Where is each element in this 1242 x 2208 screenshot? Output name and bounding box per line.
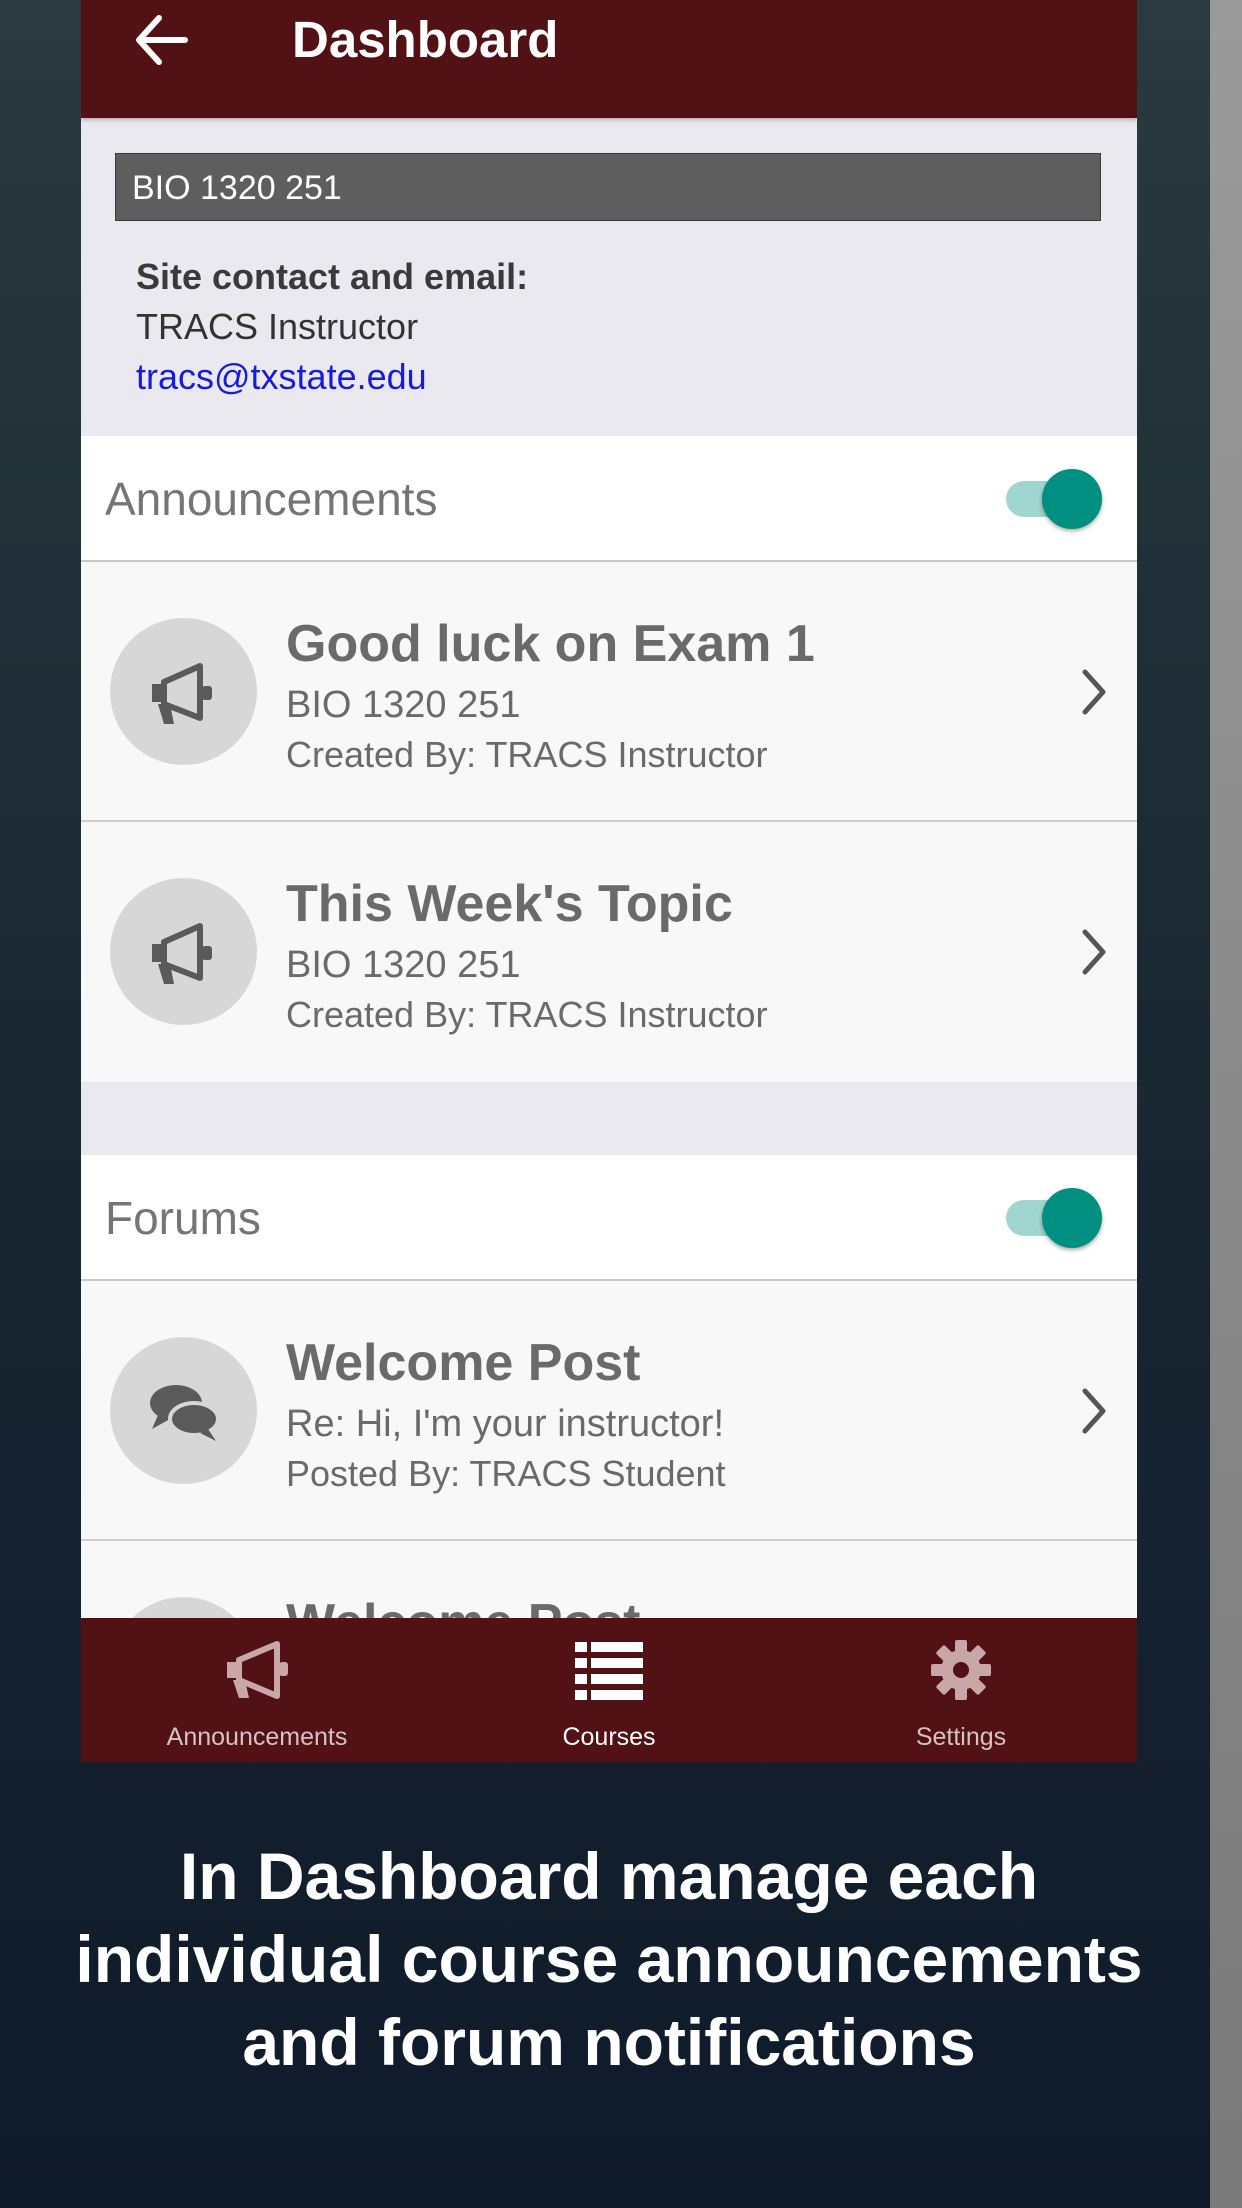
- avatar: [110, 618, 257, 765]
- contact-email-link[interactable]: tracs@txstate.edu: [136, 352, 528, 402]
- forum-subject: Re: Hi, I'm your instructor!: [286, 1403, 725, 1445]
- site-contact: Site contact and email: TRACS Instructor…: [136, 252, 528, 402]
- megaphone-icon: [152, 923, 212, 984]
- forums-toggle[interactable]: [1006, 1188, 1104, 1248]
- avatar: [110, 1337, 257, 1484]
- forums-section-title: Forums: [105, 1192, 261, 1244]
- chevron-right-icon: [1082, 669, 1106, 715]
- chevron-right-icon: [1082, 1388, 1106, 1434]
- announcement-course: BIO 1320 251: [286, 944, 521, 986]
- announcements-toggle[interactable]: [1006, 469, 1104, 529]
- avatar: [110, 878, 257, 1025]
- announcements-section-header: Announcements: [81, 436, 1137, 562]
- page-title: Dashboard: [292, 11, 559, 68]
- megaphone-icon: [227, 1641, 288, 1699]
- forum-author: Posted By: TRACS Student: [286, 1453, 726, 1494]
- announcement-row[interactable]: Good luck on Exam 1 BIO 1320 251 Created…: [81, 562, 1137, 822]
- chat-bubbles-icon: [150, 1385, 220, 1441]
- arrow-left-icon: [136, 15, 188, 65]
- megaphone-icon: [152, 663, 212, 724]
- nav-announcements[interactable]: Announcements: [81, 1618, 433, 1762]
- gear-icon: [931, 1640, 991, 1700]
- nav-courses-label: Courses: [562, 1723, 656, 1751]
- top-app-bar: Dashboard: [81, 0, 1137, 118]
- back-button[interactable]: [131, 12, 191, 68]
- course-selector[interactable]: BIO 1320 251: [115, 153, 1101, 221]
- toggle-knob: [1042, 1188, 1102, 1248]
- announcement-row[interactable]: This Week's Topic BIO 1320 251 Created B…: [81, 822, 1137, 1082]
- caption-line: individual course announcements: [75, 1922, 1143, 1996]
- nav-announcements-label: Announcements: [166, 1723, 348, 1751]
- contact-label: Site contact and email:: [136, 256, 529, 297]
- announcement-title: Good luck on Exam 1: [286, 615, 815, 673]
- forum-row[interactable]: Welcome Post Re: Hi, I'm your instructor…: [81, 1281, 1137, 1541]
- announcement-course: BIO 1320 251: [286, 684, 521, 726]
- contact-name: TRACS Instructor: [136, 306, 419, 347]
- nav-courses[interactable]: Courses: [433, 1618, 785, 1762]
- chevron-right-icon: [1082, 929, 1106, 975]
- caption-line: and forum notifications: [242, 2005, 976, 2079]
- list-icon: [575, 1642, 643, 1700]
- announcement-title: This Week's Topic: [286, 875, 733, 933]
- course-code: BIO 1320 251: [132, 169, 342, 207]
- caption-line: In Dashboard manage each: [179, 1839, 1039, 1913]
- nav-settings[interactable]: Settings: [785, 1618, 1137, 1762]
- nav-settings-label: Settings: [915, 1723, 1007, 1751]
- forums-section-header: Forums: [81, 1155, 1137, 1281]
- promo-caption: In Dashboard manage each individual cour…: [0, 1835, 1218, 2084]
- announcements-section-title: Announcements: [105, 473, 438, 525]
- bottom-navigation: Announcements Courses Settings: [81, 1618, 1137, 1762]
- announcement-author: Created By: TRACS Instructor: [286, 734, 768, 775]
- toggle-knob: [1042, 469, 1102, 529]
- phone-screen: Dashboard BIO 1320 251 Site contact and …: [81, 0, 1137, 1762]
- forum-title: Welcome Post: [286, 1334, 641, 1392]
- announcement-author: Created By: TRACS Instructor: [286, 994, 768, 1035]
